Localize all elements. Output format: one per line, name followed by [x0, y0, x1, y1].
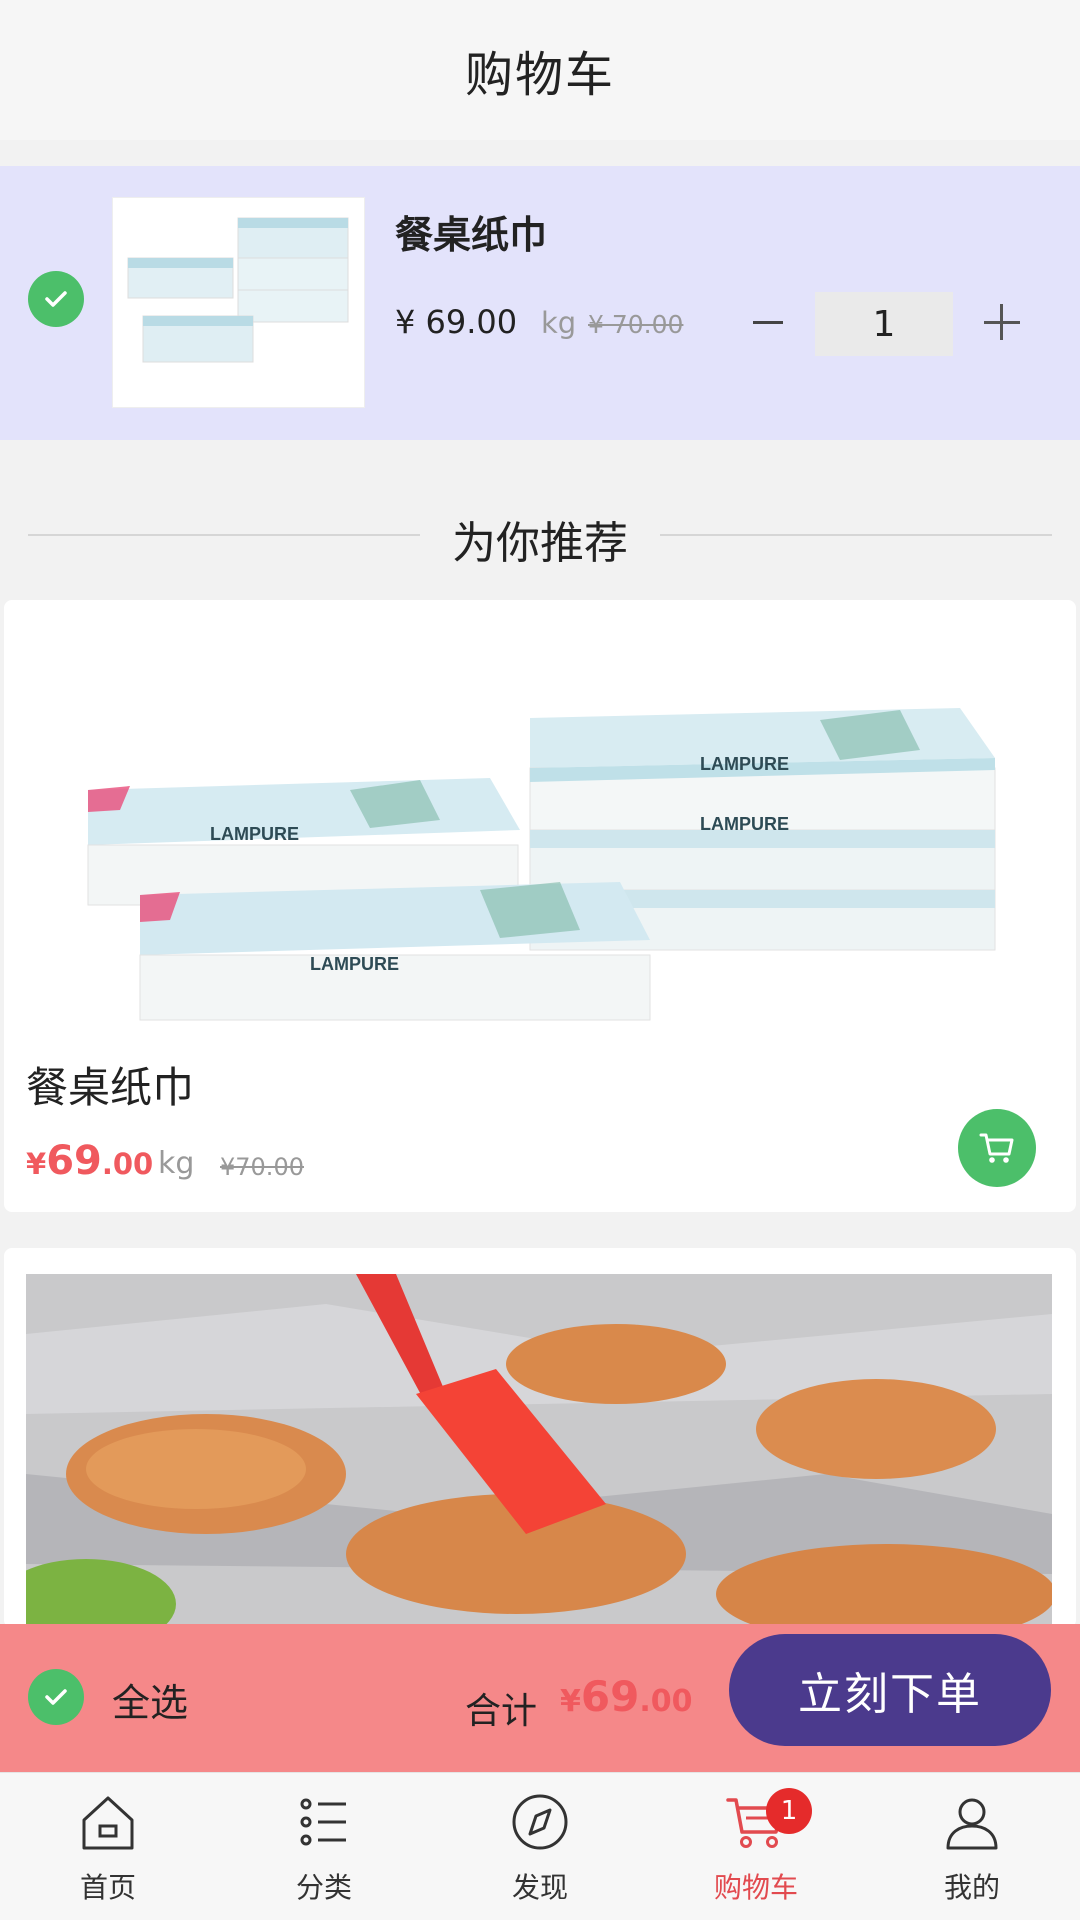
nav-item-home[interactable]: 首页 [28, 1790, 188, 1910]
product-price: ¥69.00 [26, 1138, 153, 1184]
list-icon [300, 1798, 346, 1846]
brand-label: LAMPURE [700, 754, 789, 774]
price-integer: 69 [46, 1138, 102, 1184]
cart-item-unit: kg [541, 306, 577, 340]
minus-icon [753, 320, 783, 324]
add-to-cart-button[interactable] [958, 1109, 1036, 1187]
nav-item-discover[interactable]: 发现 [460, 1790, 620, 1910]
header: 购物车 [0, 0, 1080, 140]
nav-item-profile[interactable]: 我的 [892, 1790, 1052, 1910]
cart-item-original-price: ¥ 70.00 [588, 310, 684, 339]
brand-label: LAMPURE [700, 814, 789, 834]
nav-label: 分类 [295, 1871, 352, 1904]
cart-item-price: ¥ 69.00 [395, 303, 518, 341]
total-integer: 69 [580, 1672, 640, 1721]
page-title: 购物车 [464, 47, 615, 103]
check-icon [45, 1689, 67, 1705]
product-name[interactable]: 餐桌纸巾 [26, 1054, 194, 1115]
product-image[interactable]: LAMPURE LAMPURE LAMPURE LAMPURE [60, 650, 1020, 1050]
product-original-price: ¥70.00 [220, 1153, 304, 1181]
nav-label: 我的 [943, 1871, 1000, 1904]
cart-item-checkbox[interactable] [28, 271, 84, 327]
cart-item-image [112, 197, 365, 408]
brand-label: LAMPURE [210, 824, 299, 844]
check-icon [45, 291, 67, 307]
place-order-button[interactable]: 立刻下单 [729, 1634, 1051, 1746]
quantity-input[interactable]: 1 [815, 292, 953, 356]
cart-badge: 1 [766, 1788, 812, 1834]
user-icon [946, 1798, 998, 1850]
compass-icon [512, 1794, 568, 1850]
nav-label: 首页 [79, 1871, 136, 1904]
select-all-checkbox[interactable] [28, 1669, 84, 1725]
home-icon [82, 1796, 134, 1850]
quantity-decrease-button[interactable] [748, 298, 788, 346]
product-image[interactable] [26, 1274, 1052, 1628]
price-decimal: .00 [101, 1147, 154, 1181]
total-label: 合计 [465, 1691, 538, 1732]
brand-label: LAMPURE [310, 954, 399, 974]
nav-item-cart[interactable]: 1 购物车 [676, 1788, 836, 1910]
product-unit: kg [158, 1146, 195, 1181]
nav-label: 发现 [511, 1871, 568, 1904]
recommend-title: 为你推荐 [452, 518, 628, 569]
nav-item-category[interactable]: 分类 [244, 1790, 404, 1910]
total-price: ¥69.00 [560, 1672, 692, 1721]
quantity-increase-button[interactable] [982, 302, 1022, 342]
total-symbol: ¥ [560, 1684, 581, 1719]
cart-icon [979, 1133, 1014, 1163]
cart-item-name: 餐桌纸巾 [395, 213, 548, 257]
total-decimal: .00 [639, 1684, 693, 1719]
nav-label: 购物车 [713, 1871, 798, 1904]
price-symbol: ¥ [26, 1147, 47, 1181]
select-all-label[interactable]: 全选 [112, 1672, 188, 1727]
